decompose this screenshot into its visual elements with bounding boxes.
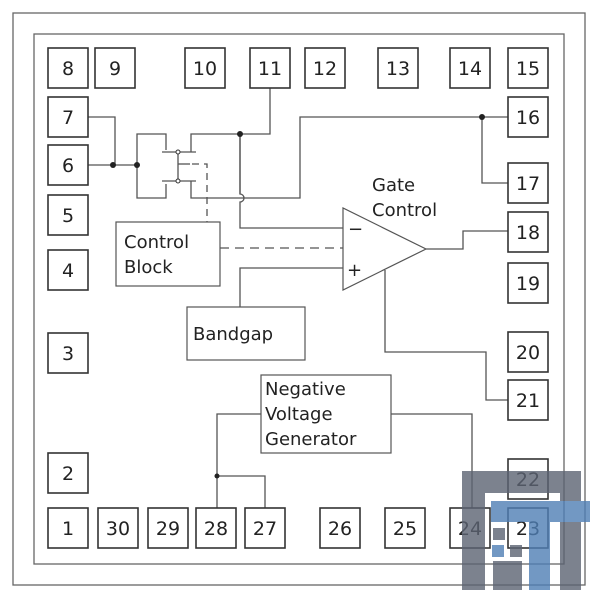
pin-1: 1 [47,507,89,549]
pin-30: 30 [97,507,139,549]
svg-text:−: − [348,219,363,240]
pin-label: 13 [386,58,410,80]
pin-16: 16 [507,96,549,138]
pin-3: 3 [47,332,89,374]
bandgap-block: Bandgap [186,306,306,361]
pin-label: 28 [204,518,228,540]
svg-text:Block: Block [124,257,173,278]
svg-text:Bandgap: Bandgap [193,324,273,345]
pin-label: 12 [313,58,337,80]
pin-4: 4 [47,249,89,291]
pin-10: 10 [184,47,226,89]
pin-label: 17 [516,173,540,195]
pin-14: 14 [449,47,491,89]
pin-17: 17 [507,162,549,204]
pin-label: 2 [62,463,74,485]
pin-25: 25 [384,507,426,549]
pin-label: 21 [516,390,540,412]
pin-label: 5 [62,205,74,227]
pin-label: 30 [106,518,130,540]
pin-label: 16 [516,107,540,129]
pin-label: 26 [328,518,352,540]
svg-text:Control: Control [124,232,189,253]
pin-9: 9 [94,47,136,89]
gate-control-amplifier: − + Gate Control [342,175,437,291]
pin-label: 14 [458,58,482,80]
pin-12: 12 [304,47,346,89]
pin-26: 26 [319,507,361,549]
pin-label: 8 [62,58,74,80]
svg-text:Control: Control [372,200,437,221]
pin-13: 13 [377,47,419,89]
pin-label: 6 [62,155,74,177]
block-diagram: Control Block Bandgap Negative Voltage G… [12,12,590,590]
pin-label: 7 [62,107,74,129]
pin-label: 27 [253,518,277,540]
pin-28: 28 [195,507,237,549]
package-outline [12,12,586,586]
pin-2: 2 [47,452,89,494]
pin-21: 21 [507,379,549,421]
pin-15: 15 [507,47,549,89]
pin-label: 10 [193,58,217,80]
pin-6: 6 [47,144,89,186]
pin-8: 8 [47,47,89,89]
pin-label: 15 [516,58,540,80]
svg-text:Negative: Negative [265,379,346,400]
pin-29: 29 [147,507,189,549]
pin-11: 11 [249,47,291,89]
pin-20: 20 [507,331,549,373]
pin-label: 20 [516,342,540,364]
pin-label: 4 [62,260,74,282]
negative-voltage-generator-block: Negative Voltage Generator [260,374,392,454]
svg-text:Voltage: Voltage [265,404,333,425]
svg-text:Gate: Gate [372,175,415,196]
pin-label: 25 [393,518,417,540]
control-block: Control Block [115,221,221,287]
pin-7: 7 [47,96,89,138]
pin-5: 5 [47,194,89,236]
pin-19: 19 [507,262,549,304]
pin-label: 29 [156,518,180,540]
svg-text:+: + [347,260,362,281]
pin-label: 1 [62,518,74,540]
pin-label: 19 [516,273,540,295]
pin-27: 27 [244,507,286,549]
pin-label: 3 [62,343,74,365]
pin-label: 18 [516,222,540,244]
pin-label: 9 [109,58,121,80]
pin-18: 18 [507,211,549,253]
svg-text:Generator: Generator [265,429,357,450]
pin-label: 11 [258,58,282,80]
